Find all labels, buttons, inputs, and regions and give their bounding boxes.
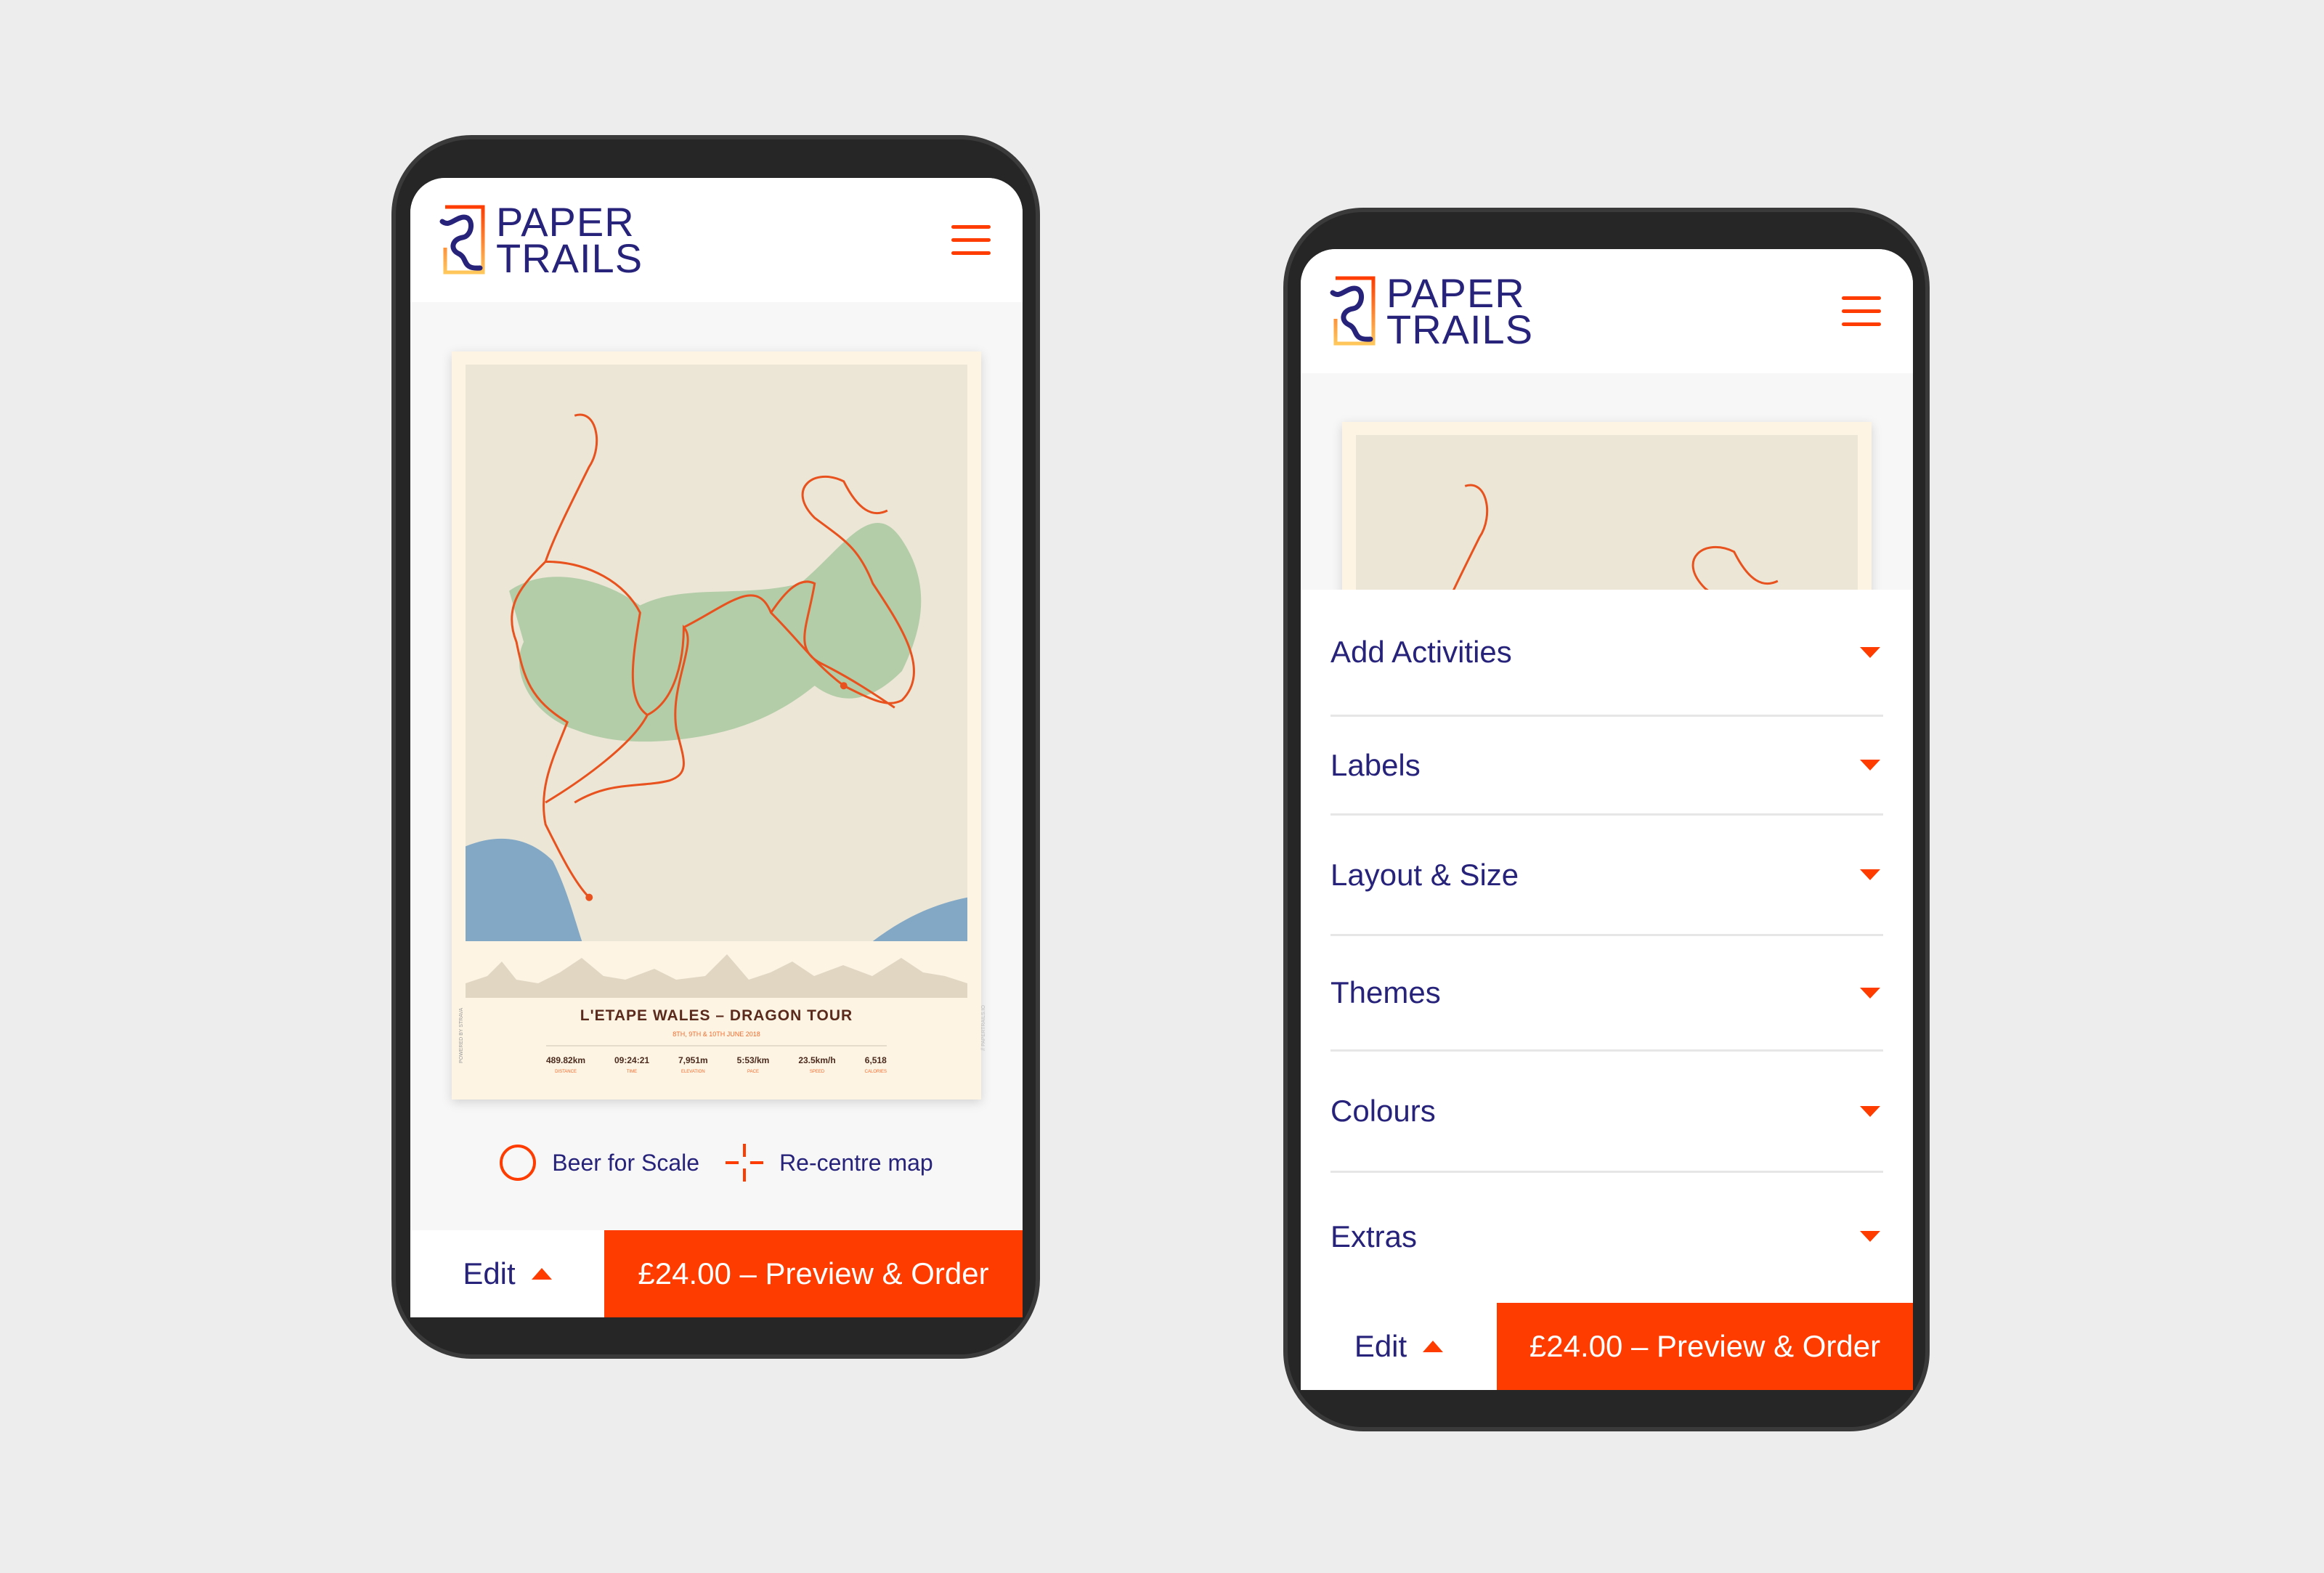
edit-label: Edit [463,1256,516,1290]
preview-order-button[interactable]: £24.00 – Preview & Order [604,1230,1023,1317]
accordion-label: Labels [1330,747,1421,782]
stat-value: 23.5km/h [798,1055,836,1065]
phone-right: PAPER TRAILS Add Activities Labels Layout… [1283,208,1930,1431]
logo-mark-icon [1330,275,1376,348]
logo[interactable]: PAPER TRAILS [1330,269,1534,352]
beer-for-scale-button[interactable]: Beer for Scale [500,1145,699,1181]
stat-label: SPEED [809,1070,825,1074]
route-map[interactable] [466,365,967,941]
stat-value: 7,951m [678,1055,708,1065]
triangle-up-icon [531,1268,552,1280]
accordion-themes[interactable]: Themes [1330,936,1883,1052]
accordion-extras[interactable]: Extras [1330,1173,1883,1300]
logo-mark-icon [439,204,486,277]
poster-title: L'ETAPE WALES – DRAGON TOUR [580,1007,853,1024]
poster-stats: 489.82km DISTANCE 09:24:21 TIME 7,951m ELEVAT… [546,1045,887,1074]
triangle-down-icon [1860,1105,1880,1117]
edit-button[interactable]: Edit [1301,1303,1497,1390]
accordion-labels[interactable]: Labels [1330,717,1883,816]
edit-button[interactable]: Edit [410,1230,604,1317]
stat-value: 09:24:21 [614,1055,650,1065]
poster-stat: 6,518 CALORIES [865,1055,887,1074]
triangle-down-icon [1860,1231,1880,1242]
poster-stat: 23.5km/h SPEED [798,1055,835,1074]
circle-icon [500,1145,537,1181]
stat-label: CALORIES [864,1070,887,1074]
accordion-label: Add Activities [1330,635,1512,669]
screen-right: PAPER TRAILS Add Activities Labels Layout… [1301,249,1913,1390]
screen-left: PAPER TRAILS POWERED BY STRAVA // PAPERTR… [410,178,1023,1317]
accordion-label: Themes [1330,975,1441,1009]
stat-label: DISTANCE [555,1070,577,1074]
map-controls: Beer for Scale Re-centre map [410,1144,1023,1182]
bottom-bar: Edit £24.00 – Preview & Order [410,1230,1023,1317]
accordion-layout-size[interactable]: Layout & Size [1330,816,1883,936]
beer-for-scale-label: Beer for Scale [552,1149,700,1176]
logo-text: PAPER TRAILS [496,198,643,281]
poster-stat: 5:53/km PACE [737,1055,770,1074]
recentre-map-label: Re-centre map [779,1149,933,1176]
stat-value: 6,518 [864,1055,887,1065]
edit-panel: Add Activities Labels Layout & Size Them… [1301,590,1913,1303]
accordion-label: Layout & Size [1330,857,1519,892]
elevation-profile [466,954,967,998]
poster-date: 8TH, 9TH & 10TH JUNE 2018 [673,1031,760,1038]
bottom-bar: Edit £24.00 – Preview & Order [1301,1303,1913,1390]
stat-label: ELEVATION [680,1070,705,1074]
accordion-add-activities[interactable]: Add Activities [1330,590,1883,717]
app-header: PAPER TRAILS [410,178,1023,302]
stat-label: TIME [626,1070,638,1074]
app-header: PAPER TRAILS [1301,249,1913,373]
triangle-down-icon [1860,760,1880,771]
triangle-down-icon [1860,646,1880,658]
accordion-label: Colours [1330,1094,1436,1128]
hamburger-icon[interactable] [951,224,991,256]
poster-stat: 489.82km DISTANCE [546,1055,585,1074]
stat-value: 489.82km [546,1055,586,1065]
phone-left: PAPER TRAILS POWERED BY STRAVA // PAPERTR… [391,135,1040,1359]
stat-label: PACE [747,1070,759,1074]
crosshair-icon [726,1144,764,1182]
edit-label: Edit [1354,1329,1407,1363]
triangle-down-icon [1860,987,1880,999]
hamburger-icon[interactable] [1842,296,1881,327]
recentre-map-button[interactable]: Re-centre map [726,1144,933,1182]
poster-preview: POWERED BY STRAVA // PAPERTRAILS.IO L'ET… [452,351,986,1100]
logo-text: PAPER TRAILS [1386,269,1534,352]
triangle-down-icon [1860,869,1880,880]
triangle-up-icon [1423,1341,1444,1352]
stat-value: 5:53/km [736,1055,770,1065]
logo[interactable]: PAPER TRAILS [439,198,643,281]
preview-order-button[interactable]: £24.00 – Preview & Order [1497,1303,1913,1390]
accordion-colours[interactable]: Colours [1330,1052,1883,1173]
papertrails-credit: // PAPERTRAILS.IO [981,1005,986,1051]
accordion-label: Extras [1330,1219,1418,1253]
poster-stat: 09:24:21 TIME [614,1055,649,1074]
poster-stat: 7,951m ELEVATION [678,1055,708,1074]
